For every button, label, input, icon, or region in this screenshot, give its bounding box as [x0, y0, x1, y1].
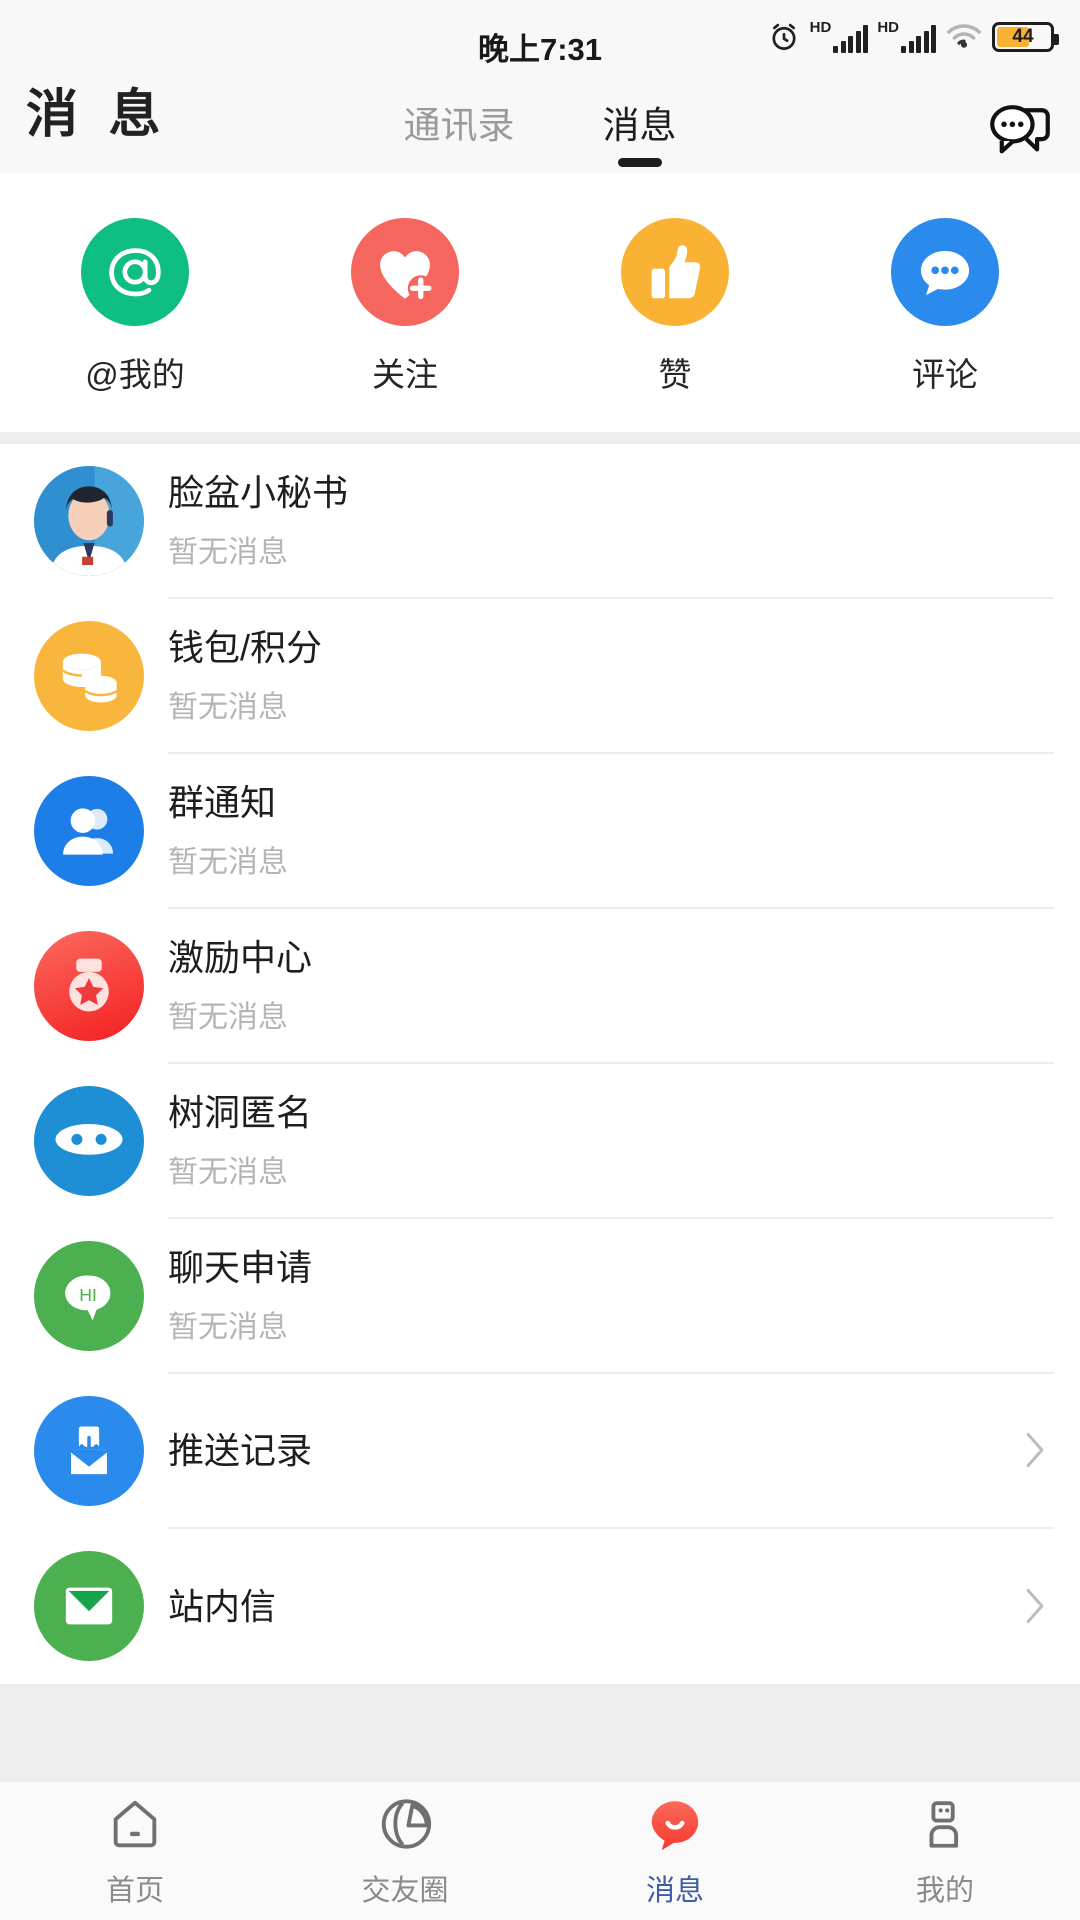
quick-action-label: 评论 [912, 355, 978, 393]
list-item-text: 激励中心 暂无消息 [168, 909, 1054, 1064]
group-people-icon [34, 776, 144, 887]
section-divider [0, 431, 1080, 444]
sim1-hd-label: HD [809, 19, 832, 37]
chevron-right-icon [1024, 1431, 1046, 1469]
friend-circle-icon [376, 1793, 434, 1855]
quick-actions-row: @我的 关注 赞 评论 [0, 173, 1080, 432]
bottom-tab-home[interactable]: 首页 [0, 1793, 270, 1909]
medal-star-icon [34, 931, 144, 1042]
envelope-icon [34, 1551, 144, 1662]
alarm-clock-icon [767, 20, 801, 54]
chevron-right-icon [1024, 1587, 1046, 1625]
list-item-title: 脸盆小秘书 [168, 471, 349, 513]
battery-level: 44 [1012, 25, 1034, 47]
svg-text:HI: HI [79, 1285, 97, 1305]
list-item[interactable]: 推送记录 [0, 1374, 1080, 1529]
heart-plus-icon [351, 217, 459, 326]
coins-wallet-icon [34, 621, 144, 732]
quick-action-at-mine[interactable]: @我的 [0, 217, 270, 396]
secretary-photo-avatar [34, 466, 144, 577]
list-item[interactable]: 钱包/积分 暂无消息 [0, 599, 1080, 754]
app-screen: 晚上7:31 HD HD 44 消 息 通讯录 消息 @我的 关注 赞 评论 脸… [0, 0, 1080, 1920]
status-bar: 晚上7:31 HD HD 44 [0, 0, 1080, 74]
list-item[interactable]: 群通知 暂无消息 [0, 754, 1080, 909]
list-item-title: 聊天申请 [168, 1246, 313, 1288]
list-item-text: 树洞匿名 暂无消息 [168, 1064, 1054, 1219]
wifi-icon [945, 22, 983, 52]
tab-active-indicator [617, 158, 662, 168]
quick-action-label: 赞 [658, 355, 692, 393]
at-sign-icon [81, 217, 189, 326]
sim2-hd-label: HD [877, 19, 899, 37]
list-item-subtitle: 暂无消息 [168, 845, 288, 879]
list-item-title: 钱包/积分 [168, 626, 323, 668]
profile-person-icon [916, 1793, 974, 1855]
battery-icon: 44 [992, 21, 1059, 52]
list-item-subtitle: 暂无消息 [168, 535, 288, 569]
bottom-tab-label: 我的 [915, 1875, 974, 1908]
header-tabs: 通讯录 消息 [0, 95, 1080, 168]
sim2-signal-icon: HD [877, 19, 936, 54]
bottom-tab-messages[interactable]: 消息 [540, 1793, 810, 1909]
tab-contacts-label: 通讯录 [403, 105, 515, 147]
tab-messages-label: 消息 [602, 105, 677, 147]
bottom-tab-profile[interactable]: 我的 [810, 1793, 1080, 1909]
bottom-tab-friend-circle[interactable]: 交友圈 [270, 1793, 540, 1909]
masked-ninja-icon [34, 1086, 144, 1197]
list-item-title: 激励中心 [168, 936, 313, 978]
list-item[interactable]: 站内信 [0, 1529, 1080, 1684]
app-header: 消 息 通讯录 消息 [0, 73, 1080, 174]
bottom-tab-bar: 首页 交友圈 消息 我的 [0, 1780, 1080, 1920]
sim1-signal-icon: HD [809, 19, 869, 54]
list-item-subtitle: 暂无消息 [168, 1310, 288, 1344]
list-item-title: 推送记录 [168, 1429, 313, 1471]
hi-bubble-icon: HI [34, 1241, 144, 1352]
quick-action-like[interactable]: 赞 [540, 217, 810, 396]
tab-messages[interactable]: 消息 [602, 95, 677, 168]
chat-bubbles-icon[interactable] [982, 97, 1058, 163]
bottom-tab-label: 交友圈 [361, 1875, 449, 1908]
message-list: 脸盆小秘书 暂无消息 钱包/积分 暂无消息 群通知 暂无消息 激励中心 暂无消息… [0, 443, 1080, 1684]
quick-action-comment[interactable]: 评论 [810, 217, 1080, 396]
list-item-subtitle: 暂无消息 [168, 690, 288, 724]
list-item[interactable]: 脸盆小秘书 暂无消息 [0, 444, 1080, 599]
status-bar-icons: HD HD 44 [767, 19, 1059, 54]
quick-action-label: @我的 [85, 355, 185, 393]
inbox-document-icon [34, 1396, 144, 1507]
list-item-subtitle: 暂无消息 [168, 1000, 288, 1034]
list-item[interactable]: 树洞匿名 暂无消息 [0, 1064, 1080, 1219]
list-item-title: 站内信 [168, 1585, 277, 1627]
message-bubble-icon [646, 1793, 704, 1855]
comment-bubble-icon [891, 217, 999, 326]
list-item[interactable]: 激励中心 暂无消息 [0, 909, 1080, 1064]
list-item-text: 钱包/积分 暂无消息 [168, 599, 1054, 754]
list-bottom-spacer [0, 1683, 1080, 1781]
quick-action-label: 关注 [372, 355, 438, 393]
bottom-tab-label: 消息 [645, 1875, 704, 1908]
list-item-title: 树洞匿名 [168, 1091, 313, 1133]
list-item-text: 脸盆小秘书 暂无消息 [168, 444, 1054, 599]
bottom-tab-label: 首页 [105, 1875, 164, 1908]
tab-contacts[interactable]: 通讯录 [404, 95, 515, 167]
list-item-text: 群通知 暂无消息 [168, 754, 1054, 909]
list-item-text: 聊天申请 暂无消息 [168, 1219, 1054, 1374]
list-item-title: 群通知 [168, 781, 277, 823]
thumbs-up-icon [621, 217, 729, 326]
list-item-subtitle: 暂无消息 [168, 1155, 288, 1189]
home-icon [106, 1793, 164, 1855]
quick-action-follow[interactable]: 关注 [270, 217, 540, 396]
list-item[interactable]: HI 聊天申请 暂无消息 [0, 1219, 1080, 1374]
list-item-text: 推送记录 [168, 1374, 1054, 1529]
list-item-text: 站内信 [168, 1529, 1054, 1684]
